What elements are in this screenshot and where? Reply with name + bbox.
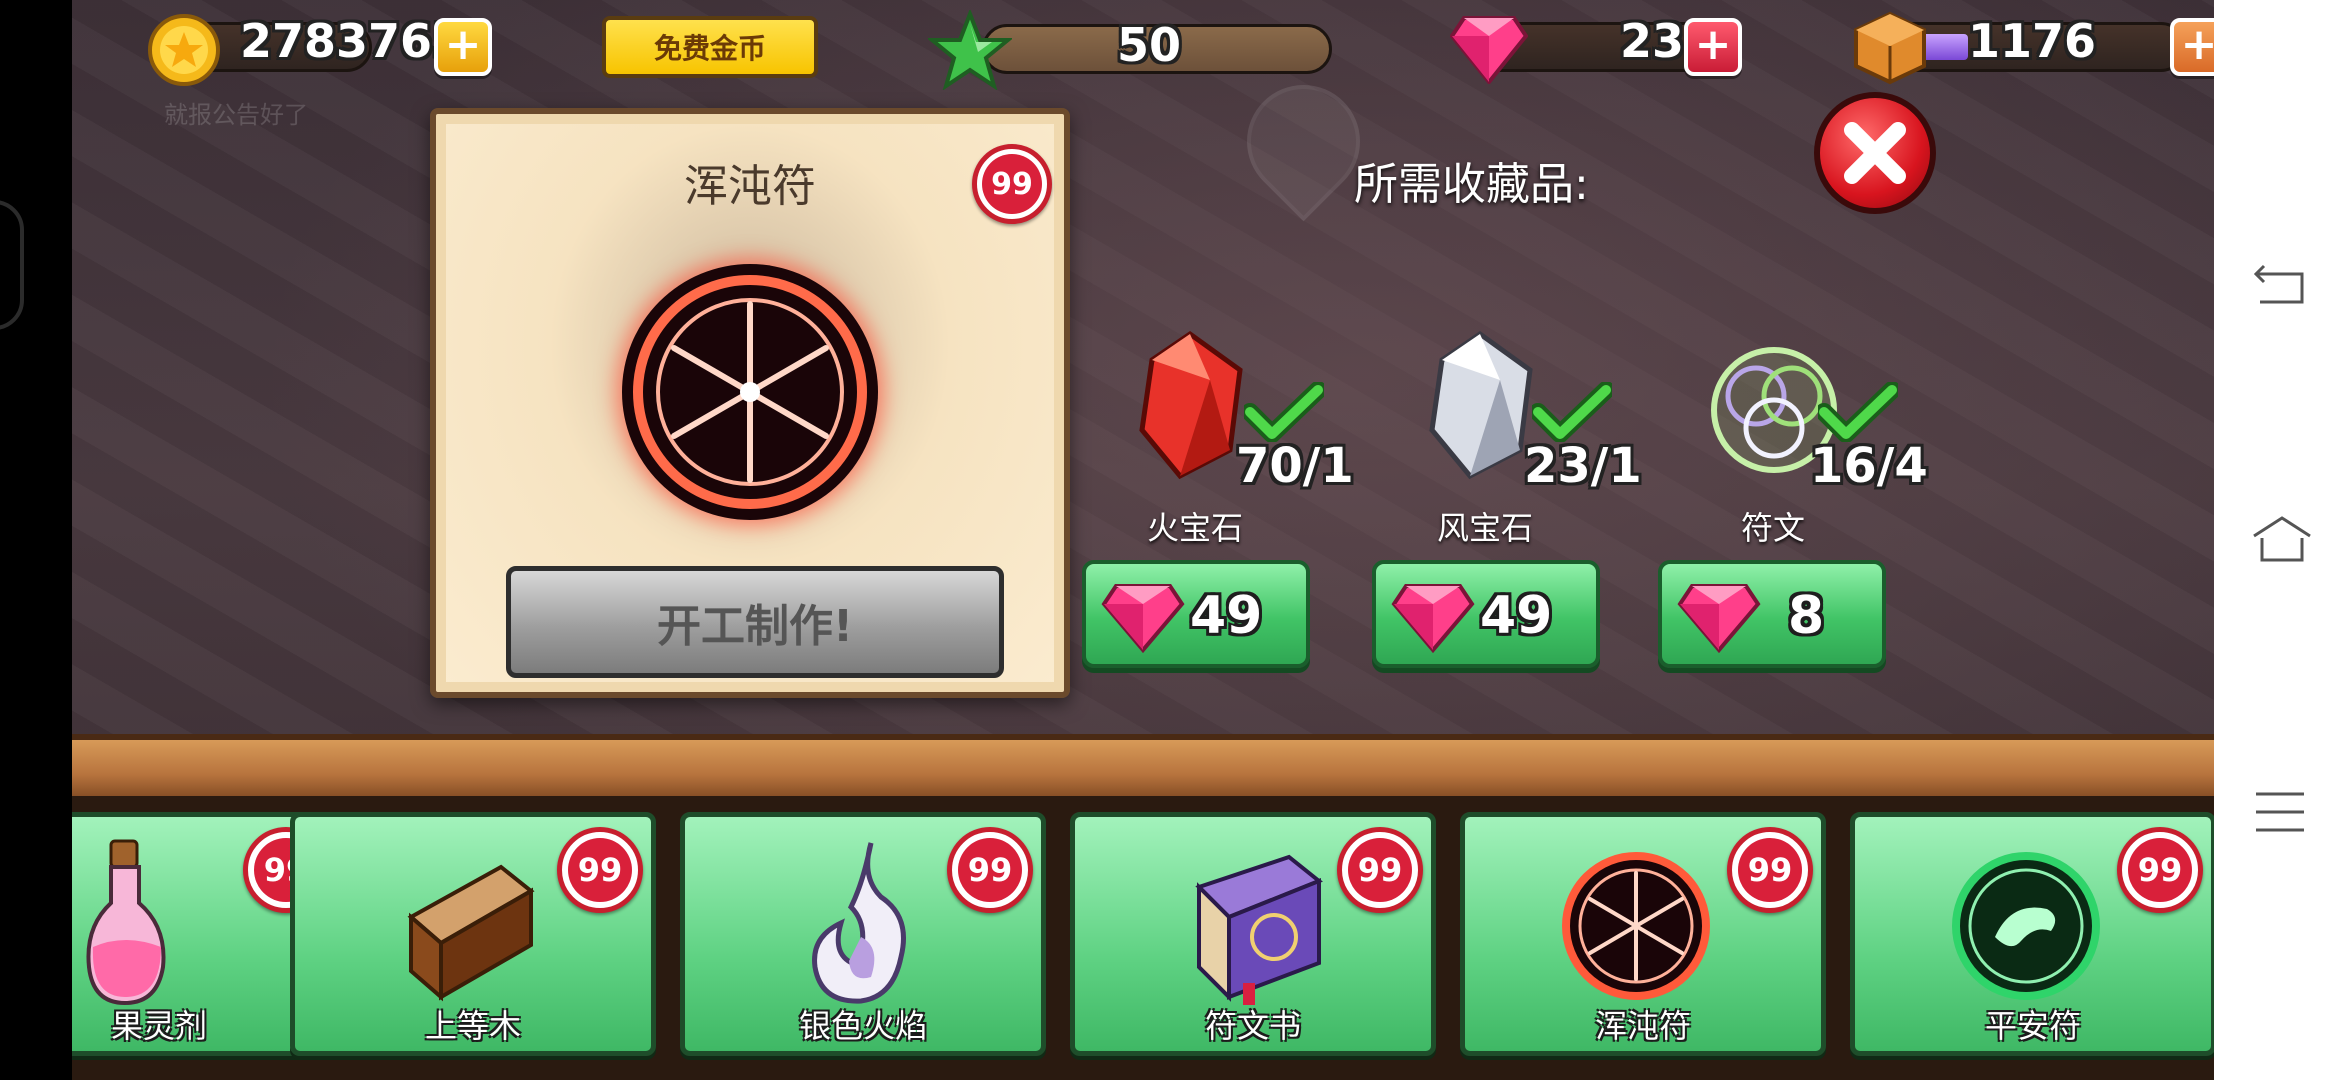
checkmark-icon (1818, 382, 1898, 442)
coin-amount: 2783765 (240, 14, 465, 68)
inventory-item-rune-book[interactable]: 99 符文书 (1070, 812, 1436, 1056)
buy-fire-gem-button[interactable]: 49 (1082, 560, 1310, 668)
potion-icon (86, 839, 166, 1006)
plus-icon: + (444, 19, 482, 70)
recents-menu-icon[interactable] (2254, 790, 2306, 834)
free-coins-button[interactable]: 免费金币 (602, 16, 818, 78)
item-label: 银色火焰 (798, 1007, 927, 1045)
background-chat-text: 就报公告好了 (164, 101, 308, 129)
item-label: 浑沌符 (1594, 1007, 1691, 1045)
rune-count: 16/4 (1810, 438, 1928, 494)
start-crafting-button[interactable]: 开工制作! (506, 566, 1004, 678)
camera-notch (0, 200, 24, 330)
inventory-item-fine-wood[interactable]: 99 上等木 (290, 812, 656, 1056)
add-coins-button[interactable]: + (434, 18, 492, 76)
close-button[interactable] (1814, 92, 1936, 214)
gem-icon (1677, 584, 1761, 654)
chaos-rune-icon (1562, 852, 1710, 1000)
inventory-item-silver-flame[interactable]: 99 银色火焰 (680, 812, 1046, 1056)
gem-icon (1391, 584, 1475, 654)
start-crafting-label: 开工制作! (656, 601, 854, 652)
add-crates-button[interactable]: + (2170, 18, 2214, 76)
item-count-badge: 99 (1337, 827, 1423, 913)
item-label: 上等木 (424, 1007, 521, 1045)
gem-icon (1101, 584, 1185, 654)
fire-gem-label: 火宝石 (1146, 509, 1243, 547)
inventory-item-peace-rune[interactable]: 99 平安符 (1850, 812, 2214, 1056)
star-level-value: 50 (1117, 18, 1182, 72)
item-count-badge: 99 (557, 827, 643, 913)
gem-icon (1450, 16, 1528, 84)
star-icon (928, 10, 1012, 90)
silver-flame-icon (812, 842, 906, 1004)
wood-plank-icon (407, 864, 535, 1002)
item-count-badge: 99 (1727, 827, 1813, 913)
checkmark-icon (1532, 382, 1612, 442)
item-count-badge: 99 (2117, 827, 2203, 913)
required-collectibles-heading: 所需收藏品: (1354, 159, 1589, 210)
add-gems-button[interactable]: + (1684, 18, 1742, 76)
fire-gem-count: 70/1 (1236, 438, 1354, 494)
inventory-item-chaos-rune[interactable]: 99 浑沌符 (1460, 812, 1826, 1056)
item-count-badge: 99 (947, 827, 1033, 913)
rune-label: 符文 (1740, 509, 1805, 547)
chaos-rune-icon (622, 264, 878, 520)
buy-rune-button[interactable]: 8 (1658, 560, 1886, 668)
peace-rune-icon (1952, 852, 2100, 1000)
crate-amount: 1176 (1968, 14, 2097, 68)
plus-icon: + (1694, 19, 1732, 70)
game-viewport: 就报公告好了 2783765 + 免费金币 50 23 + 1176 + 浑沌符… (72, 0, 2214, 1080)
coin-icon (148, 14, 220, 86)
gem-amount: 23 (1620, 14, 1685, 68)
buy-wind-gem-button[interactable]: 49 (1372, 560, 1600, 668)
recipe-count-badge: 99 (972, 144, 1052, 224)
system-navigation-bar (2214, 0, 2340, 1080)
close-icon (1844, 122, 1906, 184)
rune-book-icon (1195, 854, 1323, 1005)
checkmark-icon (1244, 382, 1324, 442)
back-icon[interactable] (2254, 258, 2310, 308)
item-label: 平安符 (1984, 1007, 2081, 1045)
home-icon[interactable] (2250, 514, 2314, 564)
plus-icon: + (2180, 19, 2214, 70)
recipe-title: 浑沌符 (684, 161, 816, 212)
crate-icon (1854, 11, 1926, 85)
screen-left-bezel (0, 0, 72, 1080)
wind-gem-label: 风宝石 (1436, 509, 1533, 547)
recipe-panel: 浑沌符 99 开工制作! (430, 108, 1070, 698)
free-coins-label: 免费金币 (653, 32, 766, 65)
item-label: 符文书 (1204, 1007, 1301, 1045)
wind-gem-count: 23/1 (1524, 438, 1642, 494)
